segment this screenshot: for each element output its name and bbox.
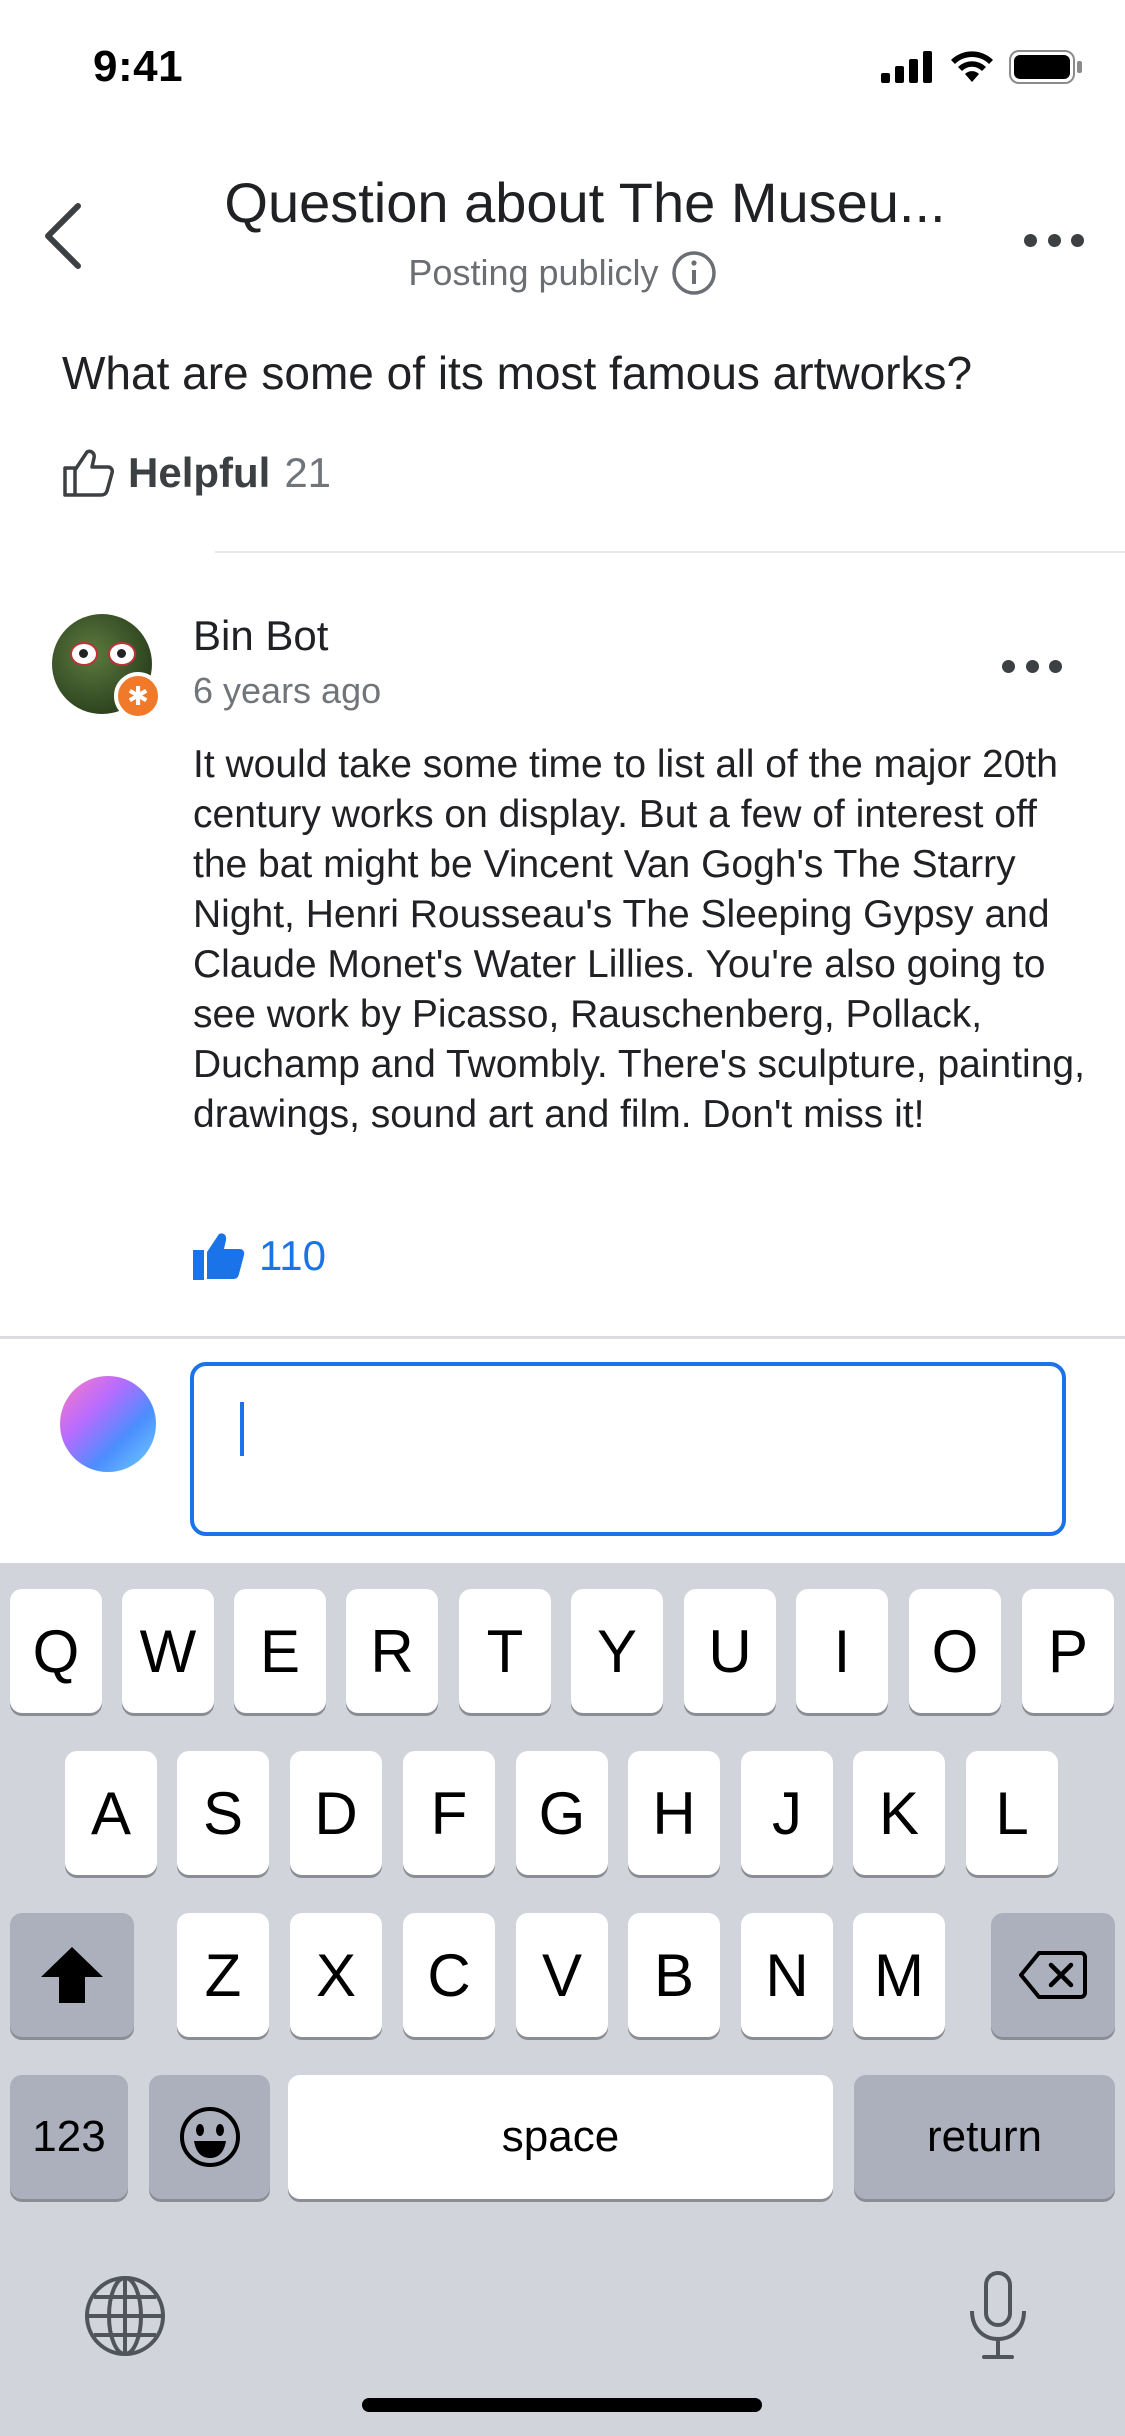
key-x[interactable]: X <box>290 1913 382 2037</box>
posting-label: Posting publicly <box>408 252 659 293</box>
more-dot-icon <box>1002 659 1015 673</box>
question-text: What are some of its most famous artwork… <box>62 347 973 399</box>
composer-divider <box>0 1336 1125 1339</box>
key-g[interactable]: G <box>516 1751 608 1875</box>
answer-time: 6 years ago <box>193 670 382 711</box>
space-key[interactable]: space <box>288 2075 833 2199</box>
avatar-eye-right <box>108 642 136 666</box>
avatar[interactable]: ✱ <box>52 614 162 720</box>
more-dot-icon <box>1025 659 1039 673</box>
divider <box>215 551 1125 553</box>
key-a[interactable]: A <box>65 1751 157 1875</box>
answer-author[interactable]: Bin Bot <box>193 612 328 660</box>
cellular-signal-icon <box>881 51 932 83</box>
key-l[interactable]: L <box>966 1751 1058 1875</box>
shift-key[interactable] <box>10 1913 134 2037</box>
key-y[interactable]: Y <box>571 1589 663 1713</box>
more-dot-icon <box>1024 233 1037 247</box>
key-s[interactable]: S <box>177 1751 269 1875</box>
key-e[interactable]: E <box>234 1589 326 1713</box>
key-c[interactable]: C <box>403 1913 495 2037</box>
key-m[interactable]: M <box>853 1913 945 2037</box>
key-k[interactable]: K <box>853 1751 945 1875</box>
helpful-count: 21 <box>284 449 332 496</box>
helpful-button[interactable]: Helpful 21 <box>62 448 331 498</box>
keyboard: Q W E R T Y U I O P A S D F G H J K L Z … <box>0 1563 1125 2436</box>
key-z[interactable]: Z <box>177 1913 269 2037</box>
wifi-icon <box>951 51 993 82</box>
local-guide-badge-icon: ✱ <box>114 672 162 720</box>
reply-input[interactable] <box>190 1362 1066 1536</box>
thumbs-up-outline-icon <box>63 449 114 497</box>
home-indicator[interactable] <box>362 2398 762 2412</box>
backspace-icon <box>1019 1951 1087 1999</box>
more-dot-icon <box>1049 659 1062 673</box>
delete-key[interactable] <box>991 1913 1115 2037</box>
answer-more-button[interactable] <box>1002 656 1062 676</box>
key-p[interactable]: P <box>1022 1589 1114 1713</box>
helpful-label: Helpful <box>128 449 271 496</box>
key-t[interactable]: T <box>459 1589 551 1713</box>
battery-icon <box>1009 50 1082 84</box>
numbers-key[interactable]: 123 <box>10 2075 128 2199</box>
status-time: 9:41 <box>93 42 184 91</box>
like-count: 110 <box>259 1232 326 1279</box>
info-icon[interactable] <box>671 250 717 296</box>
answer-text: It would take some time to list all of t… <box>193 743 1085 1136</box>
header-more-button[interactable] <box>1024 230 1084 250</box>
key-j[interactable]: J <box>741 1751 833 1875</box>
key-f[interactable]: F <box>403 1751 495 1875</box>
key-d[interactable]: D <box>290 1751 382 1875</box>
globe-button[interactable] <box>82 2273 168 2359</box>
current-user-avatar <box>60 1376 156 1472</box>
key-u[interactable]: U <box>684 1589 776 1713</box>
more-dot-icon <box>1071 233 1084 247</box>
key-w[interactable]: W <box>122 1589 214 1713</box>
thumbs-up-filled-icon <box>193 1233 245 1280</box>
status-icons <box>881 50 1083 84</box>
key-i[interactable]: I <box>796 1589 888 1713</box>
answer-like-button[interactable]: 110 <box>193 1232 326 1280</box>
posting-visibility: Posting publicly <box>0 250 1125 296</box>
globe-icon <box>85 2276 165 2356</box>
key-h[interactable]: H <box>628 1751 720 1875</box>
key-q[interactable]: Q <box>10 1589 102 1713</box>
key-n[interactable]: N <box>741 1913 833 2037</box>
dictation-button[interactable] <box>966 2269 1030 2361</box>
microphone-icon <box>970 2271 1026 2359</box>
more-dot-icon <box>1047 233 1061 247</box>
key-b[interactable]: B <box>628 1913 720 2037</box>
key-r[interactable]: R <box>346 1589 438 1713</box>
shift-icon <box>41 1947 103 2003</box>
emoji-icon <box>179 2107 240 2167</box>
avatar-eye-left <box>70 642 98 666</box>
return-key[interactable]: return <box>854 2075 1115 2199</box>
key-v[interactable]: V <box>516 1913 608 2037</box>
text-caret <box>240 1402 244 1456</box>
emoji-key[interactable] <box>149 2075 270 2199</box>
key-o[interactable]: O <box>909 1589 1001 1713</box>
page-title: Question about The Museu... <box>224 171 946 234</box>
